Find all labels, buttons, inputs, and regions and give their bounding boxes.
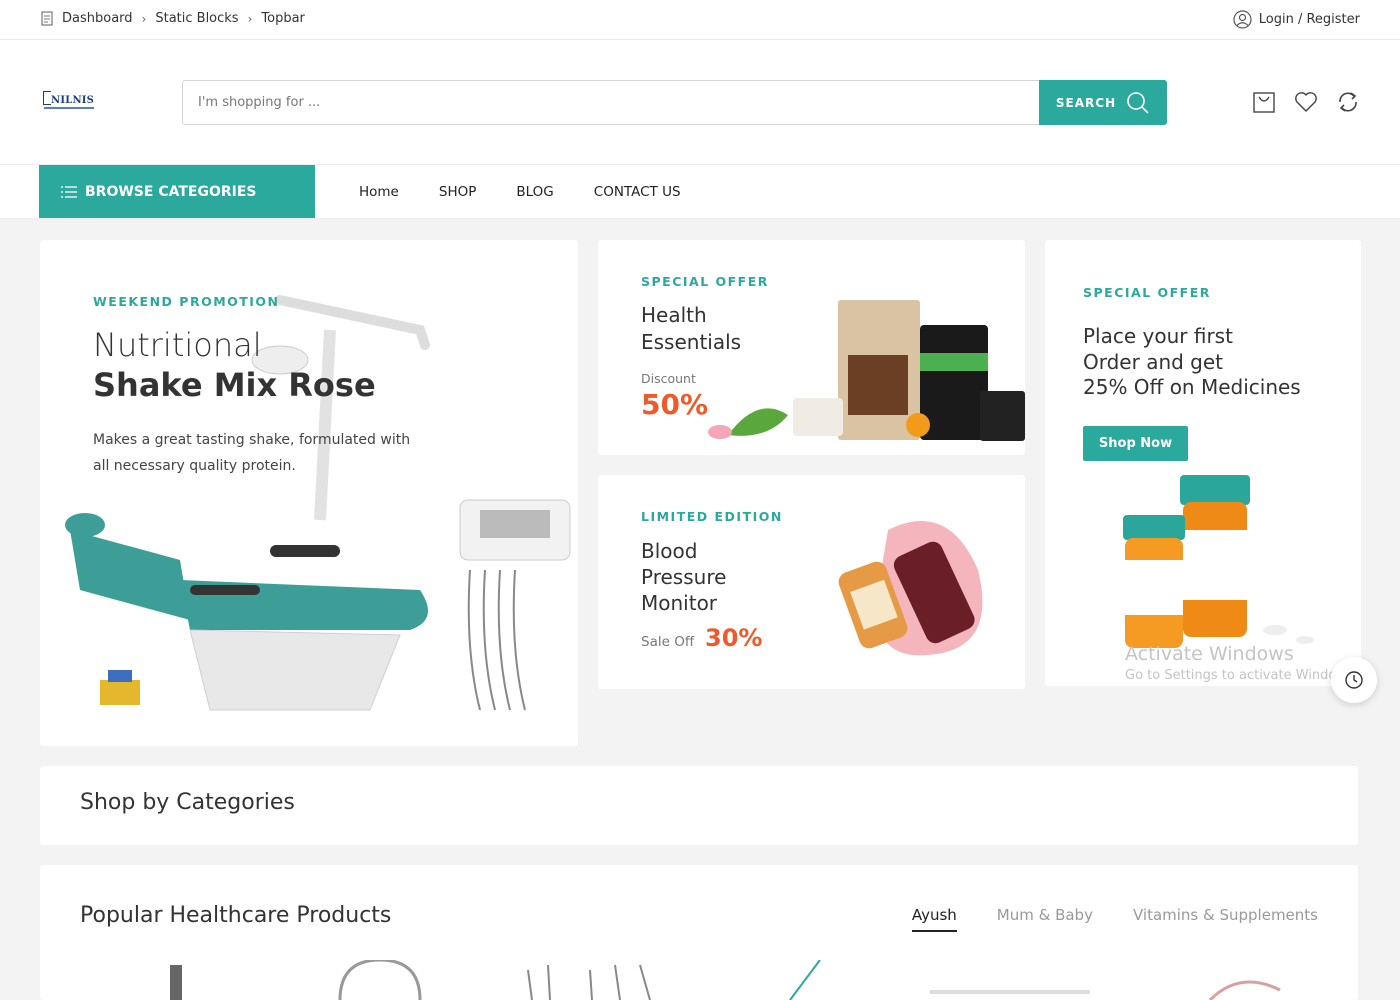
promo-bp-eyebrow: LIMITED EDITION [641,509,783,524]
supplement-bottles-image [838,521,983,656]
hero-description: Makes a great tasting shake, formulated … [93,432,411,474]
cart-icon[interactable] [1252,90,1276,114]
search-input[interactable] [183,81,1039,124]
sale-off-value: 30% [705,624,763,652]
nav-shop[interactable]: SHOP [439,184,477,200]
shop-by-categories-section: Shop by Categories [40,766,1358,845]
history-button[interactable] [1331,657,1377,703]
nav-home[interactable]: Home [359,184,399,200]
tab-mum-baby[interactable]: Mum & Baby [997,906,1093,932]
nav-contact-us[interactable]: CONTACT US [594,184,681,200]
search-button[interactable]: SEARCH [1039,80,1167,125]
breadcrumb: Dashboard › Static Blocks › Topbar [40,11,305,26]
compare-refresh-icon[interactable] [1336,90,1360,114]
document-icon [41,11,53,26]
browse-categories-label: BROWSE CATEGORIES [85,183,257,200]
promo-medicines[interactable]: SPECIAL OFFER Place your first Order and… [1045,240,1361,686]
site-header: NILNIS SEARCH [0,40,1400,165]
main-nav: BROWSE CATEGORIES Home SHOP BLOG CONTACT… [0,165,1400,219]
section-title: Shop by Categories [80,790,295,815]
promo-health-essentials[interactable]: SPECIAL OFFER Health Essentials Discount… [598,240,1025,455]
tab-vitamins-supplements[interactable]: Vitamins & Supplements [1133,906,1318,932]
top-bar: Dashboard › Static Blocks › Topbar Login… [0,0,1400,40]
product-images-row [170,960,1281,1000]
chevron-right-icon: › [247,11,253,26]
logo-text: NILNIS [51,95,95,106]
user-icon [1233,10,1252,29]
promo-health-title: Health Essentials [641,303,742,354]
section-title: Popular Healthcare Products [80,903,392,928]
hero-title-bold: Shake Mix Rose [93,366,376,404]
chevron-right-icon: › [141,11,147,26]
sale-off-label: Sale Off [641,634,695,650]
breadcrumb-dashboard[interactable]: Dashboard [62,11,133,26]
promo-medicines-eyebrow: SPECIAL OFFER [1083,285,1211,300]
discount-value: 50% [641,388,709,421]
hero-title-light: Nutritional [93,326,262,364]
wishlist-heart-icon[interactable] [1294,90,1318,114]
promo-bp-title: Blood Pressure Monitor [641,539,727,615]
browse-categories-button[interactable]: BROWSE CATEGORIES [39,165,315,218]
promo-health-eyebrow: SPECIAL OFFER [641,274,769,289]
activate-windows-watermark: Activate Windows Go to Settings to activ… [1125,643,1358,683]
product-tabs: Ayush Mum & Baby Vitamins & Supplements [911,906,1318,932]
nav-menu: Home SHOP BLOG CONTACT US [359,165,681,218]
header-actions [1252,90,1360,114]
promo-blood-pressure[interactable]: LIMITED EDITION Blood Pressure Monitor S… [598,475,1025,689]
search-form: SEARCH [182,80,1167,125]
login-register-link[interactable]: Login / Register [1233,10,1360,29]
breadcrumb-static-blocks[interactable]: Static Blocks [155,11,238,26]
shop-now-button[interactable]: Shop Now [1083,426,1188,461]
hero-banner[interactable]: WEEKEND PROMOTION Nutritional Shake Mix … [40,240,578,746]
search-icon [1127,91,1149,114]
list-icon [61,185,77,198]
discount-label: Discount [641,371,696,386]
hero-eyebrow: WEEKEND PROMOTION [93,294,280,309]
nav-blog[interactable]: BLOG [516,184,553,200]
breadcrumb-topbar[interactable]: Topbar [261,11,305,26]
search-button-label: SEARCH [1055,95,1117,110]
promo-medicines-title: Place your first Order and get 25% Off o… [1083,324,1301,399]
supplements-image [708,300,1025,441]
popular-products-section: Popular Healthcare Products Ayush Mum & … [40,865,1358,1000]
tab-ayush[interactable]: Ayush [911,906,957,932]
login-label: Login / Register [1258,12,1360,27]
clock-icon [1345,671,1363,689]
site-logo[interactable]: NILNIS [43,90,97,114]
